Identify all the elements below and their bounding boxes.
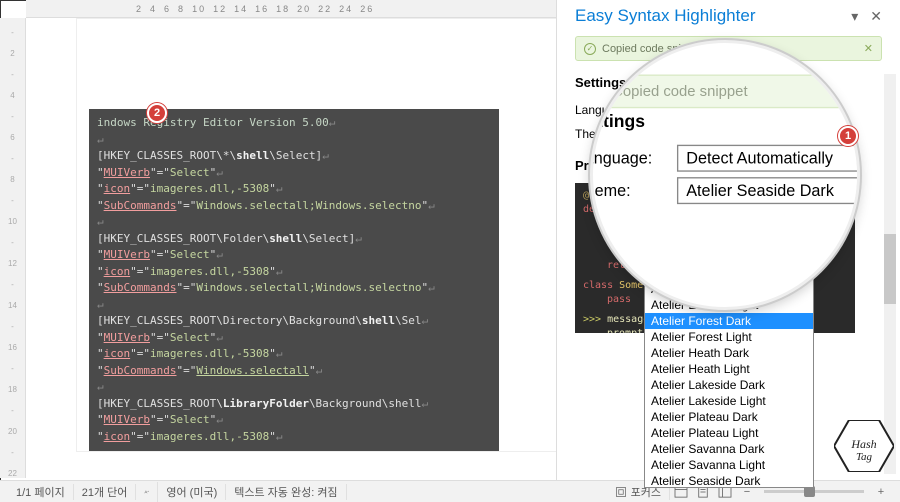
language-select[interactable]: Detect Automatically	[653, 100, 813, 120]
settings-heading: Settings	[575, 75, 882, 90]
theme-option[interactable]: Atelier Seaside Dark	[645, 473, 813, 488]
theme-option[interactable]: Atelier Dune Light	[645, 265, 813, 281]
theme-option[interactable]: Arduino Light	[645, 169, 813, 185]
toast-text: Copied code snippet	[602, 43, 702, 55]
theme-option[interactable]: Atelier Lakeside Dark	[645, 377, 813, 393]
theme-option[interactable]: Atelier Savanna Dark	[645, 441, 813, 457]
panel-menu-icon[interactable]: ▾	[851, 8, 858, 25]
spellcheck-icon[interactable]	[136, 482, 158, 502]
language-label: Language:	[575, 103, 645, 117]
theme-option[interactable]: Atelier Cave Dark	[645, 217, 813, 233]
hashtag-logo: Hash Tag	[834, 420, 894, 472]
code-block[interactable]: indows Registry Editor Version 5.00↵ ↵ […	[89, 109, 499, 451]
theme-option[interactable]: Atelier Forest Dark	[645, 313, 813, 329]
theme-select[interactable]: Atelier Seaside Dark	[653, 124, 813, 144]
theme-option[interactable]: Atelier Estuary Dark	[645, 281, 813, 297]
check-icon: ✓	[584, 43, 596, 55]
annotation-badge-2: 2	[147, 103, 167, 123]
ruler-horizontal: 2468101214161820222426	[26, 0, 556, 18]
zoom-slider[interactable]	[764, 490, 864, 493]
theme-option[interactable]: Atelier Forest Light	[645, 329, 813, 345]
annotation-badge-1: 1	[838, 126, 858, 146]
scrollbar-thumb[interactable]	[884, 234, 896, 304]
theme-option[interactable]: Atelier Heath Dark	[645, 345, 813, 361]
svg-text:Hash: Hash	[850, 437, 876, 451]
theme-option[interactable]: Atelier Heath Light	[645, 361, 813, 377]
status-words[interactable]: 21개 단어	[74, 484, 137, 500]
theme-option[interactable]: Atelier Dune Dark	[645, 249, 813, 265]
toast-close-icon[interactable]: ✕	[864, 42, 873, 55]
theme-option[interactable]: Atelier Plateau Dark	[645, 409, 813, 425]
theme-option[interactable]: Atelier Plateau Light	[645, 425, 813, 441]
theme-dropdown-list[interactable]: Arduino LightArtaAsceticAtelier Cave Dar…	[644, 168, 814, 488]
theme-option[interactable]: Atelier Savanna Light	[645, 457, 813, 473]
zoom-in-button[interactable]: +	[870, 482, 892, 502]
status-language[interactable]: 영어 (미국)	[158, 484, 226, 500]
panel-title: Easy Syntax Highlighter	[575, 6, 755, 26]
page: indows Registry Editor Version 5.00↵ ↵ […	[76, 18, 586, 452]
theme-option[interactable]: Atelier Cave Light	[645, 233, 813, 249]
panel-close-icon[interactable]: ✕	[870, 8, 882, 25]
ruler-vertical: -2-4-6-8-10-12-14-16-18-20-22-	[0, 18, 26, 478]
document-area[interactable]: indows Registry Editor Version 5.00↵ ↵ […	[26, 18, 556, 478]
theme-label: Theme:	[575, 127, 645, 141]
svg-text:Tag: Tag	[856, 451, 873, 463]
toast-success: ✓ Copied code snippet ✕	[575, 36, 882, 61]
theme-option[interactable]: Atelier Estuary Light	[645, 297, 813, 313]
theme-option[interactable]: Ascetic	[645, 201, 813, 217]
panel-scrollbar[interactable]	[884, 74, 896, 474]
theme-option[interactable]: Atelier Lakeside Light	[645, 393, 813, 409]
status-autocomplete[interactable]: 텍스트 자동 완성: 켜짐	[226, 484, 346, 500]
theme-option[interactable]: Arta	[645, 185, 813, 201]
status-page[interactable]: 1/1 페이지	[8, 484, 74, 500]
